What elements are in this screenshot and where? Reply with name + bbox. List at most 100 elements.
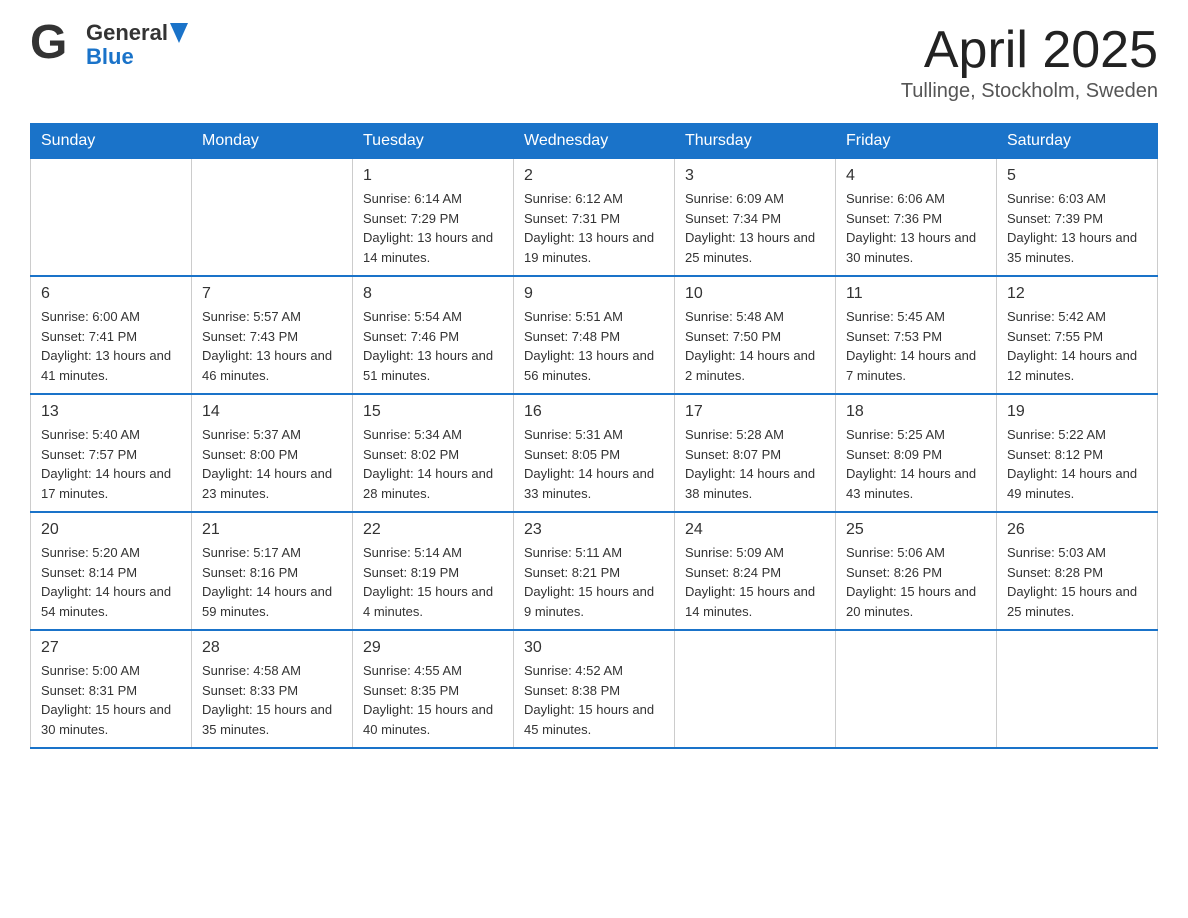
day-number: 23 — [524, 521, 664, 539]
day-number: 11 — [846, 285, 986, 303]
calendar-cell: 7Sunrise: 5:57 AMSunset: 7:43 PMDaylight… — [192, 276, 353, 394]
logo-general: General — [86, 21, 168, 45]
calendar-cell — [192, 159, 353, 277]
day-number: 19 — [1007, 403, 1147, 421]
day-info: Sunrise: 5:48 AMSunset: 7:50 PMDaylight:… — [685, 307, 825, 385]
calendar-cell: 21 Sunrise: 5:17 AMSunset: 8:16 PMDayligh… — [192, 512, 353, 630]
day-number: 13 — [41, 403, 181, 421]
calendar-week-1: 1 Sunrise: 6:14 AMSunset: 7:29 PMDaylight… — [31, 159, 1158, 277]
day-number: 17 — [685, 403, 825, 421]
logo-blue: Blue — [86, 45, 188, 69]
day-info: Sunrise: 5:37 AMSunset: 8:00 PMDaylight:… — [202, 425, 342, 503]
day-number: 3 — [685, 167, 825, 185]
weekday-header-tuesday: Tuesday — [353, 124, 514, 159]
weekday-header-friday: Friday — [836, 124, 997, 159]
day-number: 20 — [41, 521, 181, 539]
calendar-cell: 13Sunrise: 5:40 AMSunset: 7:57 PMDayligh… — [31, 394, 192, 512]
day-info: Sunrise: 6:09 AMSunset: 7:34 PMDaylight:… — [685, 189, 825, 267]
calendar-cell: 15Sunrise: 5:34 AMSunset: 8:02 PMDayligh… — [353, 394, 514, 512]
calendar-cell: 23 Sunrise: 5:11 AMSunset: 8:21 PMDayligh… — [514, 512, 675, 630]
day-number: 2 — [524, 167, 664, 185]
day-number: 29 — [363, 639, 503, 657]
day-number: 30 — [524, 639, 664, 657]
day-number: 5 — [1007, 167, 1147, 185]
calendar-week-2: 6Sunrise: 6:00 AMSunset: 7:41 PMDaylight… — [31, 276, 1158, 394]
weekday-header-sunday: Sunday — [31, 124, 192, 159]
calendar-cell: 28 Sunrise: 4:58 AMSunset: 8:33 PMDayligh… — [192, 630, 353, 748]
day-info: Sunrise: 4:55 AMSunset: 8:35 PMDaylight:… — [363, 661, 503, 739]
calendar-cell: 1 Sunrise: 6:14 AMSunset: 7:29 PMDaylight… — [353, 159, 514, 277]
calendar-cell: 3 Sunrise: 6:09 AMSunset: 7:34 PMDaylight… — [675, 159, 836, 277]
day-info: Sunrise: 5:06 AMSunset: 8:26 PMDaylight:… — [846, 543, 986, 621]
day-info: Sunrise: 4:52 AMSunset: 8:38 PMDaylight:… — [524, 661, 664, 739]
calendar-cell — [675, 630, 836, 748]
calendar-week-4: 20 Sunrise: 5:20 AMSunset: 8:14 PMDayligh… — [31, 512, 1158, 630]
calendar-header: SundayMondayTuesdayWednesdayThursdayFrid… — [31, 124, 1158, 159]
day-info: Sunrise: 5:03 AMSunset: 8:28 PMDaylight:… — [1007, 543, 1147, 621]
day-number: 12 — [1007, 285, 1147, 303]
day-info: Sunrise: 5:31 AMSunset: 8:05 PMDaylight:… — [524, 425, 664, 503]
day-info: Sunrise: 6:03 AMSunset: 7:39 PMDaylight:… — [1007, 189, 1147, 267]
day-info: Sunrise: 5:20 AMSunset: 8:14 PMDaylight:… — [41, 543, 181, 621]
calendar-cell — [997, 630, 1158, 748]
day-number: 9 — [524, 285, 664, 303]
day-info: Sunrise: 5:11 AMSunset: 8:21 PMDaylight:… — [524, 543, 664, 621]
day-info: Sunrise: 5:57 AMSunset: 7:43 PMDaylight:… — [202, 307, 342, 385]
day-info: Sunrise: 5:09 AMSunset: 8:24 PMDaylight:… — [685, 543, 825, 621]
day-number: 27 — [41, 639, 181, 657]
day-number: 8 — [363, 285, 503, 303]
day-number: 25 — [846, 521, 986, 539]
day-number: 14 — [202, 403, 342, 421]
page-header: G General Blue April 2025 Tullinge, Stoc… — [30, 20, 1158, 103]
day-number: 28 — [202, 639, 342, 657]
day-info: Sunrise: 6:12 AMSunset: 7:31 PMDaylight:… — [524, 189, 664, 267]
calendar-cell: 27Sunrise: 5:00 AMSunset: 8:31 PMDayligh… — [31, 630, 192, 748]
weekday-header-saturday: Saturday — [997, 124, 1158, 159]
calendar-cell — [836, 630, 997, 748]
calendar-cell — [31, 159, 192, 277]
calendar-cell: 8 Sunrise: 5:54 AMSunset: 7:46 PMDaylight… — [353, 276, 514, 394]
day-number: 15 — [363, 403, 503, 421]
calendar-week-3: 13Sunrise: 5:40 AMSunset: 7:57 PMDayligh… — [31, 394, 1158, 512]
calendar-cell: 4Sunrise: 6:06 AMSunset: 7:36 PMDaylight… — [836, 159, 997, 277]
header-row: SundayMondayTuesdayWednesdayThursdayFrid… — [31, 124, 1158, 159]
calendar-cell: 22Sunrise: 5:14 AMSunset: 8:19 PMDayligh… — [353, 512, 514, 630]
calendar-location: Tullinge, Stockholm, Sweden — [901, 80, 1158, 103]
calendar-cell: 25 Sunrise: 5:06 AMSunset: 8:26 PMDayligh… — [836, 512, 997, 630]
day-info: Sunrise: 5:54 AMSunset: 7:46 PMDaylight:… — [363, 307, 503, 385]
day-number: 16 — [524, 403, 664, 421]
calendar-cell: 24 Sunrise: 5:09 AMSunset: 8:24 PMDayligh… — [675, 512, 836, 630]
day-number: 4 — [846, 167, 986, 185]
day-info: Sunrise: 5:25 AMSunset: 8:09 PMDaylight:… — [846, 425, 986, 503]
day-number: 26 — [1007, 521, 1147, 539]
calendar-cell: 26 Sunrise: 5:03 AMSunset: 8:28 PMDayligh… — [997, 512, 1158, 630]
day-info: Sunrise: 5:28 AMSunset: 8:07 PMDaylight:… — [685, 425, 825, 503]
calendar-cell: 16 Sunrise: 5:31 AMSunset: 8:05 PMDayligh… — [514, 394, 675, 512]
calendar-title: April 2025 — [901, 20, 1158, 80]
calendar-cell: 9 Sunrise: 5:51 AMSunset: 7:48 PMDaylight… — [514, 276, 675, 394]
day-number: 21 — [202, 521, 342, 539]
calendar-cell: 29 Sunrise: 4:55 AMSunset: 8:35 PMDayligh… — [353, 630, 514, 748]
day-number: 1 — [363, 167, 503, 185]
day-info: Sunrise: 6:14 AMSunset: 7:29 PMDaylight:… — [363, 189, 503, 267]
weekday-header-monday: Monday — [192, 124, 353, 159]
calendar-cell: 2 Sunrise: 6:12 AMSunset: 7:31 PMDaylight… — [514, 159, 675, 277]
calendar-cell: 6Sunrise: 6:00 AMSunset: 7:41 PMDaylight… — [31, 276, 192, 394]
calendar-week-5: 27Sunrise: 5:00 AMSunset: 8:31 PMDayligh… — [31, 630, 1158, 748]
weekday-header-thursday: Thursday — [675, 124, 836, 159]
calendar-cell: 5 Sunrise: 6:03 AMSunset: 7:39 PMDaylight… — [997, 159, 1158, 277]
day-info: Sunrise: 5:22 AMSunset: 8:12 PMDaylight:… — [1007, 425, 1147, 503]
calendar-cell: 12 Sunrise: 5:42 AMSunset: 7:55 PMDayligh… — [997, 276, 1158, 394]
day-number: 10 — [685, 285, 825, 303]
day-info: Sunrise: 5:17 AMSunset: 8:16 PMDaylight:… — [202, 543, 342, 621]
svg-text:G: G — [30, 20, 67, 69]
logo-icon: G — [30, 20, 80, 70]
day-info: Sunrise: 4:58 AMSunset: 8:33 PMDaylight:… — [202, 661, 342, 739]
day-number: 24 — [685, 521, 825, 539]
logo-text: General Blue — [86, 21, 188, 69]
title-block: April 2025 Tullinge, Stockholm, Sweden — [901, 20, 1158, 103]
day-info: Sunrise: 6:00 AMSunset: 7:41 PMDaylight:… — [41, 307, 181, 385]
calendar-cell: 19 Sunrise: 5:22 AMSunset: 8:12 PMDayligh… — [997, 394, 1158, 512]
day-info: Sunrise: 5:42 AMSunset: 7:55 PMDaylight:… — [1007, 307, 1147, 385]
day-info: Sunrise: 5:51 AMSunset: 7:48 PMDaylight:… — [524, 307, 664, 385]
